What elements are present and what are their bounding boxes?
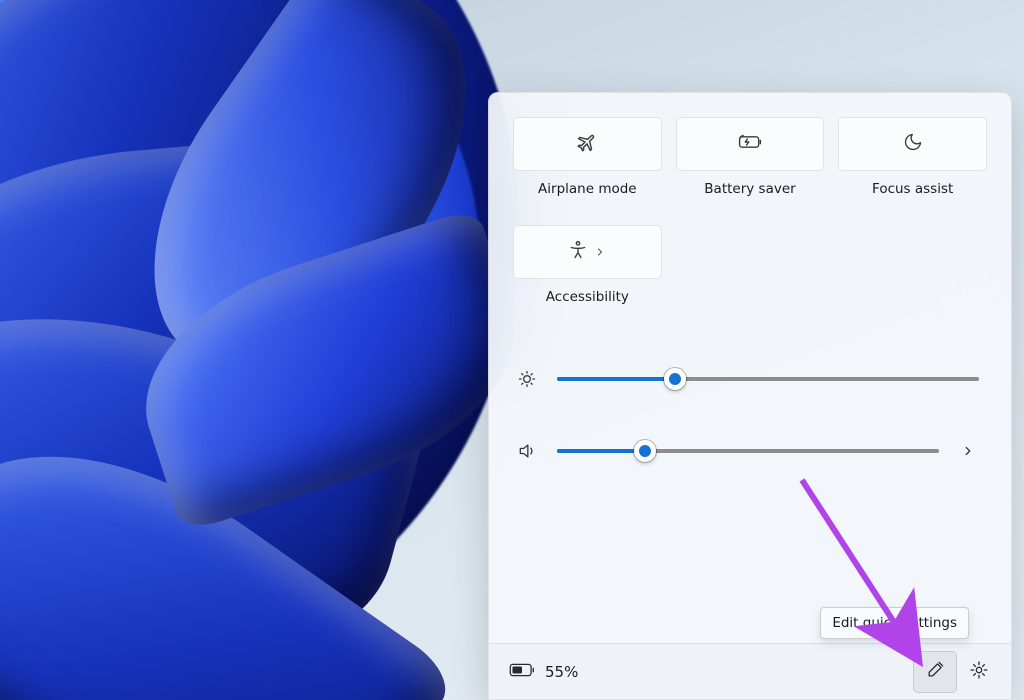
gear-icon [969, 660, 989, 684]
airplane-icon [576, 131, 598, 157]
brightness-slider[interactable] [557, 377, 979, 381]
accessibility-icon [568, 240, 588, 264]
accessibility-label: Accessibility [546, 289, 629, 305]
quick-settings-footer: 55% [489, 643, 1011, 699]
battery-saver-toggle[interactable] [676, 117, 825, 171]
pencil-icon [926, 660, 945, 683]
airplane-mode-toggle[interactable] [513, 117, 662, 171]
chevron-right-icon [594, 243, 606, 262]
battery-status[interactable]: 55% [509, 662, 578, 682]
edit-quick-settings-tooltip: Edit quick settings [820, 607, 969, 639]
volume-slider-row [515, 441, 979, 461]
sliders-section [489, 331, 1011, 643]
quick-settings-tiles: Airplane mode Battery saver [489, 93, 1011, 331]
battery-saver-icon [737, 133, 763, 155]
airplane-mode-label: Airplane mode [538, 181, 637, 197]
brightness-slider-thumb[interactable] [664, 368, 686, 390]
volume-flyout-button[interactable] [957, 444, 979, 458]
volume-slider[interactable] [557, 449, 939, 453]
accessibility-toggle[interactable] [513, 225, 662, 279]
edit-quick-settings-button[interactable] [913, 651, 957, 693]
brightness-icon [515, 369, 539, 389]
quick-settings-panel: Airplane mode Battery saver [488, 92, 1012, 700]
brightness-slider-row [515, 369, 979, 389]
moon-icon [903, 132, 923, 156]
open-settings-button[interactable] [957, 651, 1001, 693]
speaker-icon [515, 441, 539, 461]
battery-icon [509, 662, 535, 682]
battery-percent-label: 55% [545, 663, 578, 681]
volume-slider-thumb[interactable] [634, 440, 656, 462]
focus-assist-toggle[interactable] [838, 117, 987, 171]
battery-saver-label: Battery saver [704, 181, 795, 197]
focus-assist-label: Focus assist [872, 181, 953, 197]
